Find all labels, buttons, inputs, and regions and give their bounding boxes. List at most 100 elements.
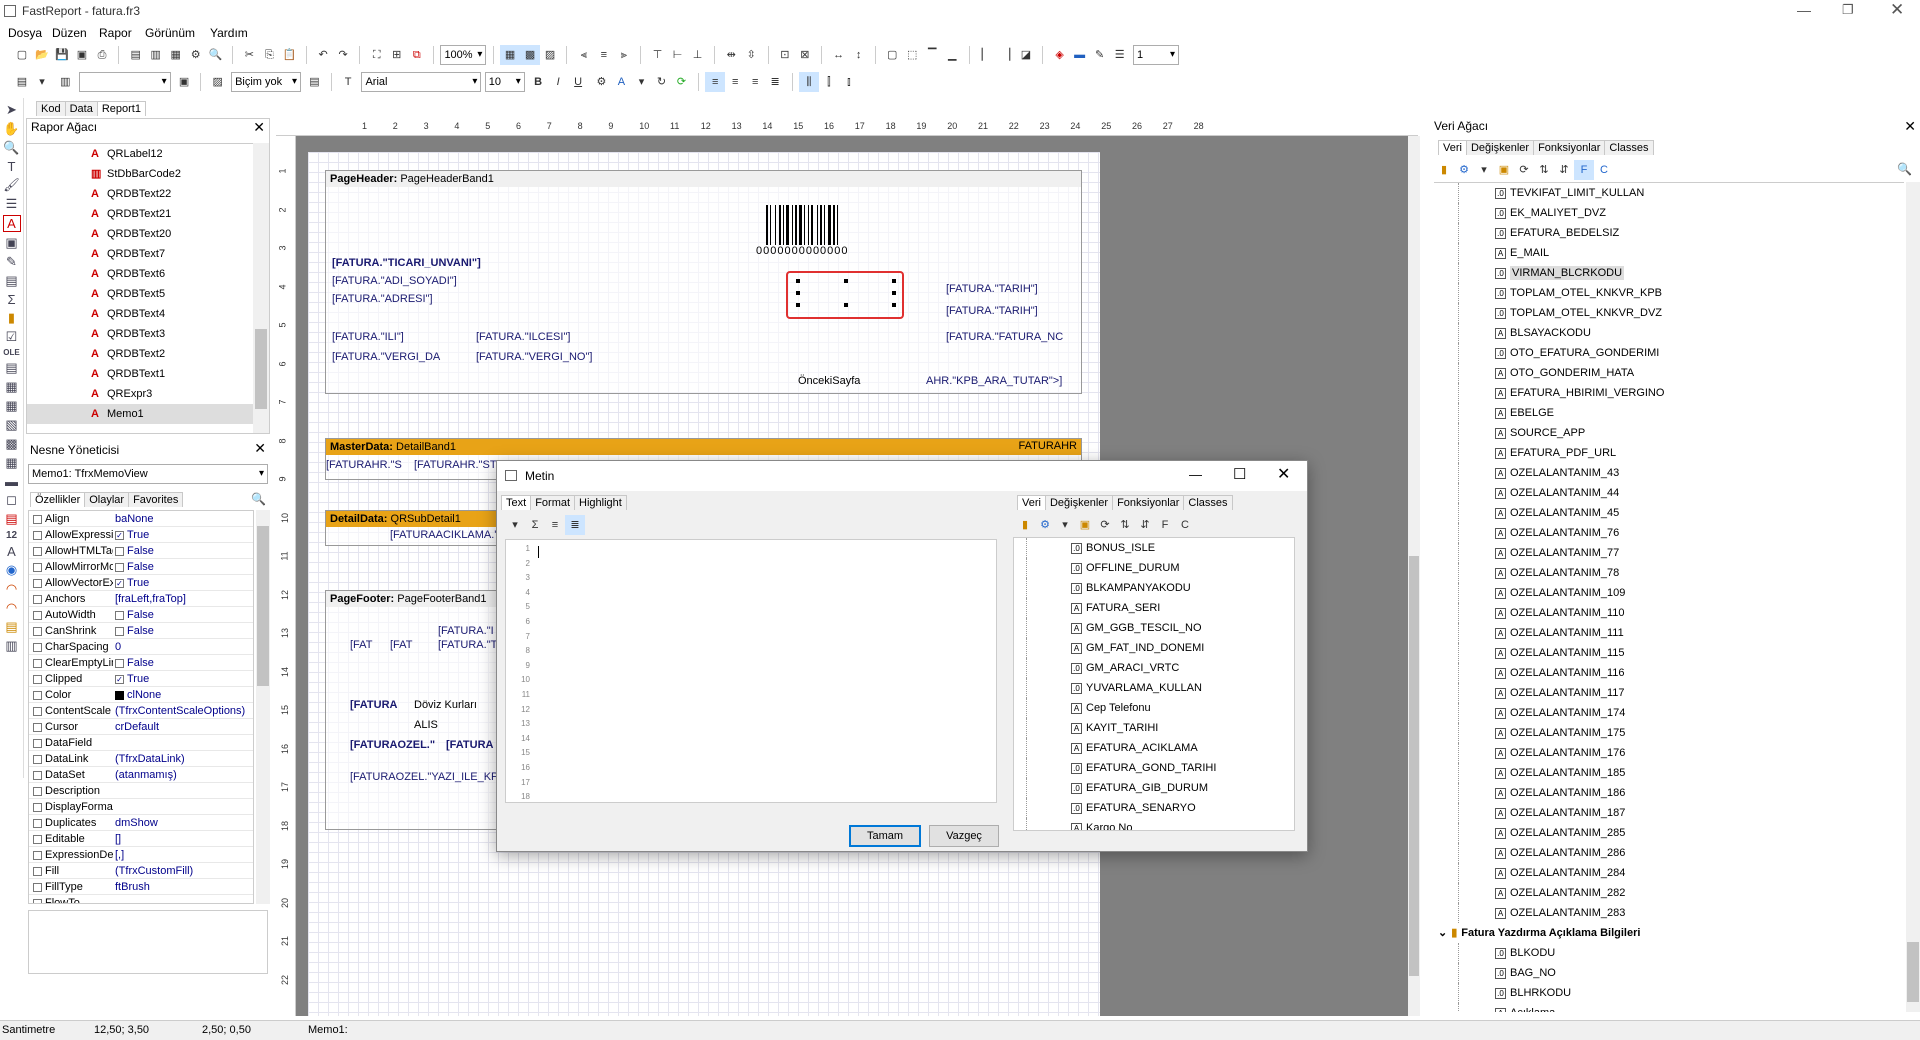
subreport-icon[interactable]: ▤	[5, 273, 17, 289]
tree-item[interactable]: A QRDBText22	[27, 184, 253, 204]
property-value[interactable]: (atanmamış)	[115, 767, 177, 783]
page-settings-icon[interactable]: ⚙	[186, 45, 206, 65]
text-vmiddle-icon[interactable]: ⫿	[819, 72, 839, 92]
checkbox[interactable]	[115, 546, 124, 556]
field-item[interactable]: A OZELALANTANIM_111	[1458, 623, 1904, 643]
property-row[interactable]: ClearEmptyLin False	[29, 655, 253, 671]
text-center-icon[interactable]: ≡	[725, 72, 745, 92]
sort-icon[interactable]: ⇅	[1115, 515, 1135, 535]
field-adi-soyadi[interactable]: [FATURA."ADI_SOYADI"]	[332, 275, 457, 287]
field-item[interactable]: A OZELALANTANIM_283	[1458, 903, 1904, 923]
variables-icon[interactable]: ⚙	[1035, 515, 1055, 535]
collapse-icon[interactable]: ⌄	[1438, 927, 1447, 939]
field-item[interactable]: A OZELALANTANIM_185	[1458, 763, 1904, 783]
field-item[interactable]: A OTO_GONDERIM_HATA	[1458, 363, 1904, 383]
dropdown-icon[interactable]: ▾	[1474, 160, 1494, 180]
globe-tool-icon[interactable]: ◉	[6, 562, 17, 578]
cancel-button[interactable]: Vazgeç	[929, 825, 999, 847]
maximize-icon[interactable]: ☐	[1233, 465, 1246, 483]
tab-classes[interactable]: Classes	[1183, 495, 1233, 510]
insert-expression-icon[interactable]: ▾	[505, 515, 525, 535]
field-item[interactable]: A Açıklama	[1458, 1003, 1904, 1012]
field-item[interactable]: A BLSAYACKODU	[1458, 323, 1904, 343]
footer-doviz[interactable]: Döviz Kurları	[414, 699, 477, 711]
tab-olaylar[interactable]: Olaylar	[84, 492, 130, 507]
property-row[interactable]: DataField	[29, 735, 253, 751]
property-value[interactable]: False	[115, 543, 154, 559]
field-item[interactable]: A OZELALANTANIM_115	[1458, 643, 1904, 663]
property-row[interactable]: Clipped ✓ True	[29, 671, 253, 687]
restore-icon[interactable]: ❐	[1842, 2, 1854, 18]
sort-desc-icon[interactable]: ⇵	[1135, 515, 1155, 535]
field-item[interactable]: A EBELGE	[1458, 403, 1904, 423]
font-size-select[interactable]: 10	[484, 72, 525, 92]
field-item[interactable]: .0 BAG_NO	[1458, 963, 1904, 983]
field-item[interactable]: A KAYIT_TARIHI	[1026, 718, 1294, 738]
footer-field-2[interactable]: [FATURA."T	[438, 639, 497, 651]
property-row[interactable]: Fill (TfrxCustomFill)	[29, 863, 253, 879]
property-row[interactable]: Anchors [fraLeft,fraTop]	[29, 591, 253, 607]
property-value[interactable]: clNone	[115, 687, 161, 703]
zoom-tool-icon[interactable]: 🔍	[3, 140, 19, 156]
footer-field-4[interactable]: [FAT	[390, 639, 412, 651]
field-item[interactable]: A OZELALANTANIM_284	[1458, 863, 1904, 883]
checkbox[interactable]	[115, 658, 124, 668]
property-value[interactable]: (TfrxContentScaleOptions)	[115, 703, 245, 719]
grid-icon[interactable]: ▦	[500, 45, 521, 65]
new-icon[interactable]: ▢	[12, 45, 32, 65]
align-grid-icon[interactable]: ▩	[520, 45, 541, 65]
property-row[interactable]: Color clNone	[29, 687, 253, 703]
menu-rapor[interactable]: Rapor	[99, 26, 132, 40]
same-width-icon[interactable]: ↔	[829, 45, 849, 65]
field-ilcesi[interactable]: [FATURA."ILCESI"]	[476, 331, 570, 343]
align-center-icon[interactable]: ≡	[594, 45, 614, 65]
font-color-icon[interactable]: A	[611, 72, 631, 92]
property-row[interactable]: DataLink (TfrxDataLink)	[29, 751, 253, 767]
property-value[interactable]: ✓ True	[115, 575, 149, 591]
footer-yazi-ile[interactable]: [FATURAOZEL."YAZI_ILE_KPB	[350, 771, 506, 783]
field-adresi[interactable]: [FATURA."ADRESI"]	[332, 293, 433, 305]
undo-icon[interactable]: ↶	[313, 45, 333, 65]
field-item[interactable]: A GM_FAT_IND_DONEMI	[1026, 638, 1294, 658]
page-header-band[interactable]: PageHeader: PageHeaderBand1 000000000000…	[325, 170, 1082, 394]
frame-left-icon[interactable]: ▏	[976, 45, 996, 65]
select-tool-icon[interactable]: ➤	[6, 102, 17, 118]
text-bottom-icon[interactable]: ⫾	[839, 72, 859, 92]
checkbox[interactable]	[115, 562, 124, 572]
pdf-tool-icon[interactable]: ▤	[5, 511, 17, 527]
fit-grid-icon[interactable]: ▨	[540, 45, 560, 65]
field-item[interactable]: A OZELALANTANIM_43	[1458, 463, 1904, 483]
tree-item[interactable]: A QRDBText2	[27, 344, 253, 364]
tab-veri[interactable]: Veri	[1017, 495, 1046, 510]
sum-tool-icon[interactable]: Σ	[7, 292, 15, 307]
save-as-icon[interactable]: ▣	[72, 45, 92, 65]
crosstab-tool-icon[interactable]: ▦	[5, 379, 17, 395]
picture-tool-icon[interactable]: ▣	[5, 235, 17, 251]
underline-icon[interactable]: U	[568, 72, 588, 92]
checkbox[interactable]: ✓	[115, 674, 124, 684]
menu-yardim[interactable]: Yardım	[210, 26, 248, 40]
field-item[interactable]: .0 EFATURA_GOND_TARIHI	[1026, 758, 1294, 778]
db-crosstab-icon[interactable]: ▦	[5, 398, 17, 414]
close-icon[interactable]: ✕	[1890, 0, 1904, 20]
tab-classes[interactable]: Classes	[1604, 140, 1654, 155]
space-h-icon[interactable]: ⇹	[721, 45, 741, 65]
field-item[interactable]: .0 BLKAMPANYAKODU	[1026, 578, 1294, 598]
property-row[interactable]: FlowTo	[29, 895, 253, 903]
tree-item[interactable]: A QRDBText5	[27, 284, 253, 304]
text-tool-icon[interactable]: T	[8, 159, 16, 174]
field-item[interactable]: A E_MAIL	[1458, 243, 1904, 263]
tab-veri[interactable]: Veri	[1438, 140, 1467, 155]
close-icon[interactable]: ✕	[253, 119, 265, 136]
scrollbar[interactable]	[256, 510, 270, 904]
fill-color-icon[interactable]: ◈	[1050, 45, 1070, 65]
richtext-tool-icon[interactable]: ▤	[5, 360, 17, 376]
property-value[interactable]: crDefault	[115, 719, 159, 735]
refresh-icon[interactable]: ⟳	[1095, 515, 1115, 535]
field-item[interactable]: A OZELALANTANIM_44	[1458, 483, 1904, 503]
property-value[interactable]: []	[115, 831, 121, 847]
field-item[interactable]: A OZELALANTANIM_282	[1458, 883, 1904, 903]
field-item[interactable]: A OZELALANTANIM_175	[1458, 723, 1904, 743]
frame-all-icon[interactable]: ▢	[882, 45, 902, 65]
selected-memo[interactable]	[786, 271, 904, 319]
